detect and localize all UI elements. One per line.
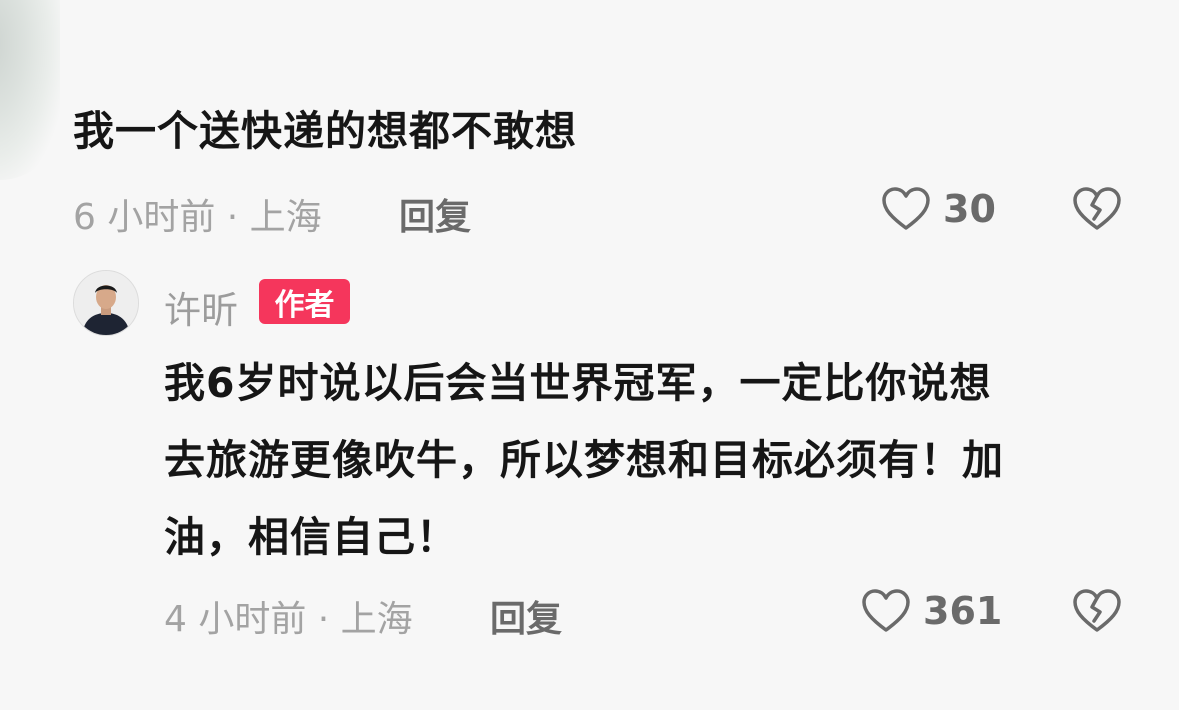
comment-thread: 我一个送快递的想都不敢想 6 小时前 · 上海 回复 30 许昕 作者 我6岁时… <box>0 0 1179 710</box>
reply-meta: 4 小时前 · 上海 <box>164 599 413 640</box>
comment-like-count: 30 <box>943 187 996 231</box>
author-avatar[interactable] <box>73 270 139 336</box>
comment-reply-button[interactable]: 回复 <box>399 188 471 240</box>
broken-heart-icon <box>1072 588 1122 634</box>
author-name[interactable]: 许昕 <box>164 280 238 334</box>
commenter-avatar[interactable] <box>0 0 60 180</box>
reply-reply-button[interactable]: 回复 <box>490 590 562 642</box>
comment-like-button[interactable]: 30 <box>881 186 996 232</box>
reply-like-count: 361 <box>923 589 1003 633</box>
reply-text-line-2: 去旅游更像吹牛，所以梦想和目标必须有！加 <box>164 436 1004 484</box>
reply-like-button[interactable]: 361 <box>861 588 1002 634</box>
comment-dislike-button[interactable] <box>1072 186 1122 232</box>
comment-meta: 6 小时前 · 上海 <box>73 197 322 238</box>
author-badge: 作者 <box>259 279 350 324</box>
reply-text-line-3: 油，相信自己！ <box>164 513 458 561</box>
reply-dislike-button[interactable] <box>1072 588 1122 634</box>
heart-outline-icon <box>861 588 911 634</box>
heart-outline-icon <box>881 186 931 232</box>
comment-text: 我一个送快递的想都不敢想 <box>73 107 577 155</box>
broken-heart-icon <box>1072 186 1122 232</box>
reply-text-line-1: 我6岁时说以后会当世界冠军，一定比你说想 <box>164 359 992 407</box>
